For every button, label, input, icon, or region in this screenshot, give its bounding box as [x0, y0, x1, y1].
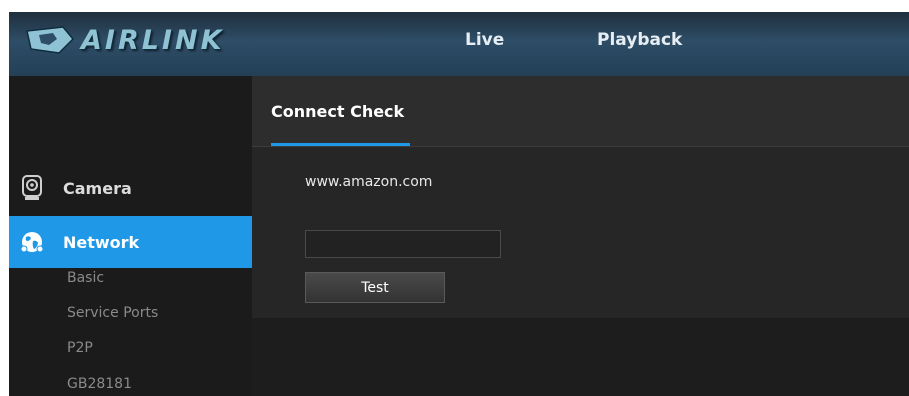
panel-tab-bar: Connect Check — [252, 76, 909, 147]
sidebar-subitem-gb28181[interactable]: GB28181 — [67, 376, 132, 392]
camera-icon — [19, 175, 45, 201]
result-field[interactable] — [305, 230, 501, 258]
connect-check-panel: Connect Check www.amazon.com Test — [252, 76, 909, 318]
sidebar-item-network[interactable]: Network — [9, 216, 262, 268]
logo-text: AIRLINK — [81, 24, 225, 56]
sidebar-subitem-service-ports[interactable]: Service Ports — [67, 305, 158, 321]
sidebar-item-label: Camera — [63, 178, 132, 198]
test-button[interactable]: Test — [305, 272, 445, 303]
airlink-logo-mark-icon — [26, 26, 75, 54]
panel-body: www.amazon.com Test — [252, 147, 909, 318]
top-header: AIRLINK Live Playback — [9, 12, 909, 76]
app-window: AIRLINK Live Playback Camera Network Bas… — [9, 12, 909, 396]
network-globe-icon — [19, 229, 45, 255]
sidebar-subitem-basic[interactable]: Basic — [67, 270, 104, 286]
content-background — [252, 318, 909, 396]
sidebar-subitem-p2p[interactable]: P2P — [67, 340, 93, 356]
check-url-label: www.amazon.com — [305, 174, 433, 190]
tab-connect-check[interactable]: Connect Check — [271, 102, 404, 121]
sidebar-item-camera[interactable]: Camera — [9, 162, 252, 214]
active-tab-underline — [271, 143, 410, 146]
sidebar-item-label: Network — [63, 232, 140, 252]
airlink-logo: AIRLINK — [23, 20, 225, 60]
sidebar: Camera Network Basic Service Ports P2P G… — [9, 76, 262, 396]
nav-live[interactable]: Live — [465, 30, 504, 50]
nav-playback[interactable]: Playback — [597, 30, 682, 50]
